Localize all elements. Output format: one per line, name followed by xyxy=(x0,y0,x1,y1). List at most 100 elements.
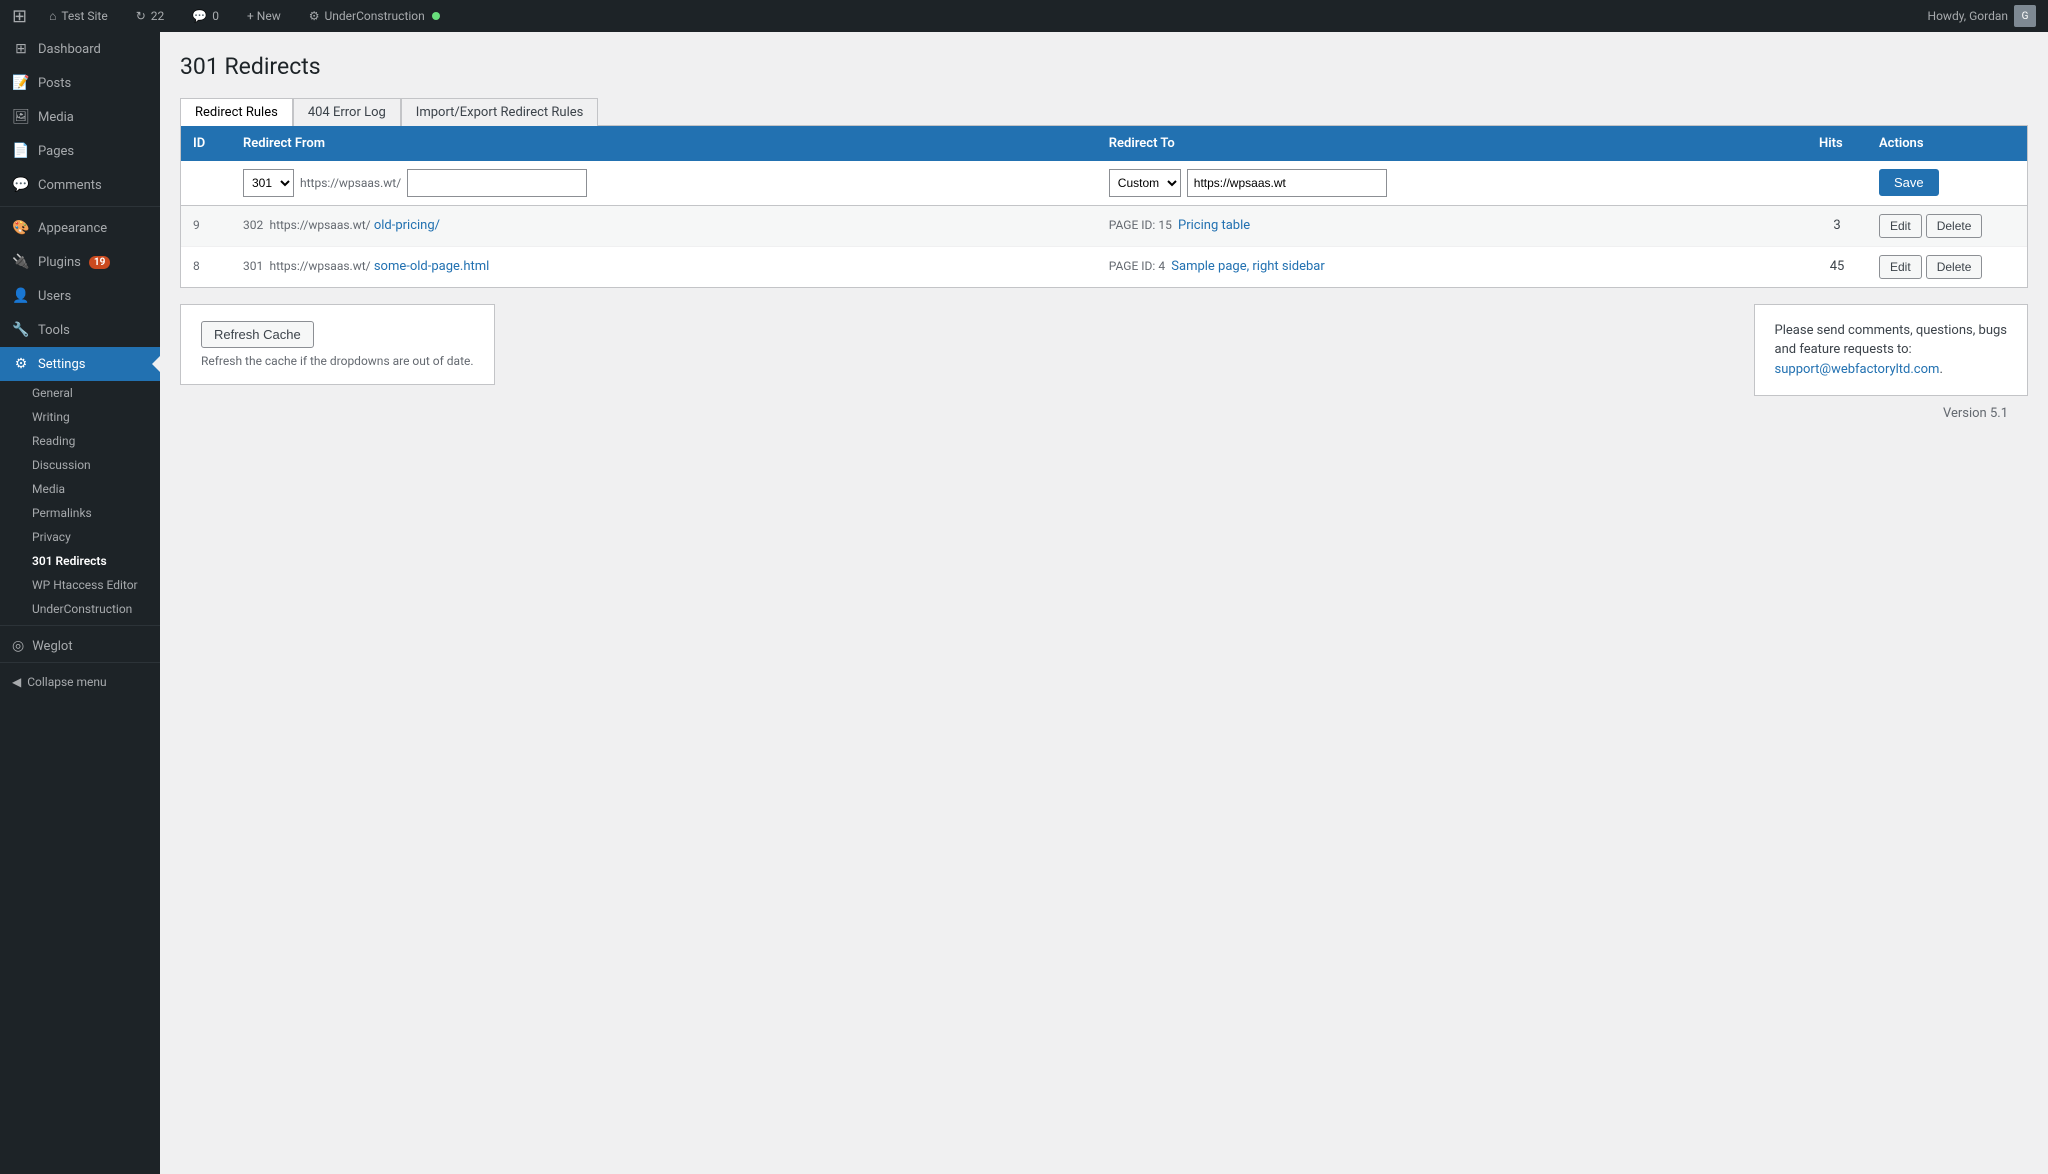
avatar: G xyxy=(2014,5,2036,27)
refresh-cache-description: Refresh the cache if the dropdowns are o… xyxy=(201,354,474,368)
collapse-menu-button[interactable]: ◀ Collapse menu xyxy=(0,667,160,697)
plugins-badge: 19 xyxy=(89,256,110,269)
submenu-privacy[interactable]: Privacy xyxy=(0,525,160,549)
submenu-writing[interactable]: Writing xyxy=(0,405,160,429)
sidebar-item-media[interactable]: 🖼 Media xyxy=(0,100,160,134)
redirects-table-wrap: ID Redirect From Redirect To Hits Action… xyxy=(180,126,2028,288)
version-text: Version 5.1 xyxy=(1943,406,2008,421)
col-header-hits: Hits xyxy=(1807,126,1867,161)
submenu-discussion[interactable]: Discussion xyxy=(0,453,160,477)
new-row-actions-cell: Save xyxy=(1867,161,2027,206)
sidebar-item-posts[interactable]: 📝 Posts xyxy=(0,66,160,100)
sidebar-item-dashboard[interactable]: ⊞ Dashboard xyxy=(0,32,160,66)
col-header-redirect-from[interactable]: Redirect From xyxy=(231,126,1097,161)
submenu-indicator xyxy=(152,356,160,372)
col-header-redirect-to[interactable]: Redirect To xyxy=(1097,126,1807,161)
save-redirect-button[interactable]: Save xyxy=(1879,169,1939,196)
row2-delete-button[interactable]: Delete xyxy=(1926,255,1983,279)
adminbar-site[interactable]: ⌂ Test Site xyxy=(43,0,114,32)
bottom-section: Refresh Cache Refresh the cache if the d… xyxy=(180,288,2028,397)
redirect-to-url-input[interactable] xyxy=(1187,169,1387,197)
row2-hits: 45 xyxy=(1807,246,1867,287)
refresh-cache-button[interactable]: Refresh Cache xyxy=(201,321,314,348)
sidebar-item-plugins[interactable]: 🔌 Plugins 19 xyxy=(0,245,160,279)
submenu-reading[interactable]: Reading xyxy=(0,429,160,453)
tab-import-export[interactable]: Import/Export Redirect Rules xyxy=(401,98,599,126)
wp-wrap: ⊞ Dashboard 📝 Posts 🖼 Media 📄 Pages 💬 Co… xyxy=(0,0,2048,1174)
wp-logo-icon[interactable]: ⊞ xyxy=(12,6,27,27)
row1-action-buttons: Edit Delete xyxy=(1879,214,2015,238)
new-row-id-cell xyxy=(181,161,231,206)
table-row: 9 302 https://wpsaas.wt/ old-pricing/ PA… xyxy=(181,205,2027,246)
submenu-permalinks[interactable]: Permalinks xyxy=(0,501,160,525)
adminbar-new[interactable]: + New xyxy=(241,0,287,32)
sidebar-item-settings[interactable]: ⚙ Settings xyxy=(0,347,160,381)
main-content: 301 Redirects Redirect Rules 404 Error L… xyxy=(160,32,2048,1174)
tools-icon: 🔧 xyxy=(12,321,30,339)
comments-icon: 💬 xyxy=(192,9,207,23)
row2-from-link[interactable]: some-old-page.html xyxy=(374,259,489,274)
adminbar-comments[interactable]: 💬 0 xyxy=(186,0,225,32)
row1-from-link[interactable]: old-pricing/ xyxy=(374,218,440,233)
col-header-id: ID xyxy=(181,126,231,161)
row2-action-buttons: Edit Delete xyxy=(1879,255,2015,279)
submenu-general[interactable]: General xyxy=(0,381,160,405)
redirect-to-type-select[interactable]: Custom PAGE POST xyxy=(1109,169,1181,197)
support-email-link[interactable]: support@webfactoryltd.com xyxy=(1775,362,1940,377)
row2-actions: Edit Delete xyxy=(1867,246,2027,287)
row1-hits: 3 xyxy=(1807,205,1867,246)
settings-icon: ⚙ xyxy=(12,355,30,373)
refresh-cache-box: Refresh Cache Refresh the cache if the d… xyxy=(180,304,495,385)
adminbar-plugin[interactable]: ⚙ UnderConstruction xyxy=(303,0,446,32)
sidebar-item-pages[interactable]: 📄 Pages xyxy=(0,134,160,168)
menu-separator-2 xyxy=(0,625,160,626)
appearance-icon: 🎨 xyxy=(12,219,30,237)
row2-from: 301 https://wpsaas.wt/ some-old-page.htm… xyxy=(231,246,1097,287)
submenu-htaccess[interactable]: WP Htaccess Editor xyxy=(0,573,160,597)
row1-id: 9 xyxy=(181,205,231,246)
online-indicator xyxy=(432,12,440,20)
sidebar-item-appearance[interactable]: 🎨 Appearance xyxy=(0,211,160,245)
plugin-icon: ⚙ xyxy=(309,9,320,23)
new-row-to-cell: Custom PAGE POST xyxy=(1097,161,1807,206)
submenu-301-redirects[interactable]: 301 Redirects xyxy=(0,549,160,573)
sidebar-item-comments[interactable]: 💬 Comments xyxy=(0,168,160,202)
plugins-icon: 🔌 xyxy=(12,253,30,271)
row1-to: PAGE ID: 15 Pricing table xyxy=(1097,205,1807,246)
weglot-section[interactable]: ◎ Weglot xyxy=(0,630,160,662)
submenu-media[interactable]: Media xyxy=(0,477,160,501)
new-row-from-cell: 301 302 307 https://wpsaas.wt/ xyxy=(231,161,1097,206)
adminbar-updates[interactable]: ↻ 22 xyxy=(130,0,171,32)
redirects-table: ID Redirect From Redirect To Hits Action… xyxy=(181,126,2027,287)
row1-delete-button[interactable]: Delete xyxy=(1926,214,1983,238)
row1-edit-button[interactable]: Edit xyxy=(1879,214,1922,238)
redirect-from-path-input[interactable] xyxy=(407,169,587,197)
weglot-icon: ◎ xyxy=(12,638,24,654)
row2-to-link[interactable]: Sample page, right sidebar xyxy=(1171,259,1325,274)
admin-bar: ⊞ ⌂ Test Site ↻ 22 💬 0 + New ⚙ UnderCons… xyxy=(0,0,2048,32)
tabs-wrapper: Redirect Rules 404 Error Log Import/Expo… xyxy=(180,98,2028,126)
page-title: 301 Redirects xyxy=(180,52,2028,82)
row2-edit-button[interactable]: Edit xyxy=(1879,255,1922,279)
sidebar-item-users[interactable]: 👤 Users xyxy=(0,279,160,313)
row1-to-link[interactable]: Pricing table xyxy=(1178,218,1250,233)
menu-separator-3 xyxy=(0,662,160,663)
info-box-text: Please send comments, questions, bugsand… xyxy=(1775,323,2007,358)
new-redirect-row: 301 302 307 https://wpsaas.wt/ xyxy=(181,161,2027,206)
pages-icon: 📄 xyxy=(12,142,30,160)
dashboard-icon: ⊞ xyxy=(12,40,30,58)
collapse-icon: ◀ xyxy=(12,675,21,689)
new-row-hits-cell xyxy=(1807,161,1867,206)
tab-404-error-log[interactable]: 404 Error Log xyxy=(293,98,401,126)
row2-id: 8 xyxy=(181,246,231,287)
home-icon: ⌂ xyxy=(49,9,56,23)
submenu-underconstruction[interactable]: UnderConstruction xyxy=(0,597,160,621)
col-header-actions: Actions xyxy=(1867,126,2027,161)
adminbar-user[interactable]: Howdy, Gordan G xyxy=(1928,5,2036,27)
redirect-code-select[interactable]: 301 302 307 xyxy=(243,169,294,197)
sidebar-item-tools[interactable]: 🔧 Tools xyxy=(0,313,160,347)
row1-from: 302 https://wpsaas.wt/ old-pricing/ xyxy=(231,205,1097,246)
tab-redirect-rules[interactable]: Redirect Rules xyxy=(180,98,293,126)
table-body: 301 302 307 https://wpsaas.wt/ xyxy=(181,161,2027,287)
table-row: 8 301 https://wpsaas.wt/ some-old-page.h… xyxy=(181,246,2027,287)
